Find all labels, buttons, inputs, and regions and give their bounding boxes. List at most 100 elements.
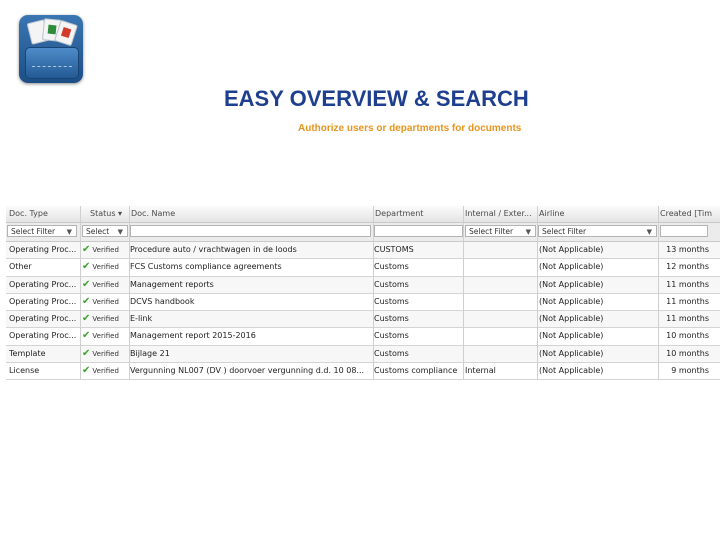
cell-doc-name[interactable]: FCS Customs compliance agreements [130,259,372,275]
column-divider [129,206,130,381]
cell-internal-external [465,259,536,275]
check-icon: ✔ [82,330,91,342]
cell-internal-external [465,294,536,310]
cell-doc-type: Template [9,348,46,358]
table-row[interactable]: Template ✔ Verified Bijlage 21 Customs (N… [6,345,720,364]
page-title: EASY OVERVIEW & SEARCH [224,86,529,111]
grid-body: Operating Proc... ✔ Verified Procedure au… [6,242,720,381]
created-filter-input[interactable] [660,225,708,237]
column-header-internal-external[interactable]: Internal / Exter... [465,209,537,218]
cell-department: Customs [374,348,409,358]
check-icon: ✔ [82,244,91,255]
cell-created: 9 months [671,366,709,376]
cell-doc-name[interactable]: Management reports [130,277,372,293]
table-row[interactable]: Operating Proc... ✔ Verified Management r… [6,276,720,294]
archive-tray-icon [25,47,79,79]
cell-status: ✔ Verified [82,347,119,359]
sort-down-icon: ▾ [118,209,123,218]
column-header-department[interactable]: Department [375,209,461,218]
check-icon: ✔ [82,365,91,377]
airline-filter[interactable]: Select Filter ▼ [538,225,657,237]
check-icon: ✔ [82,313,91,325]
cell-airline: (Not Applicable) [539,262,604,272]
page-subtitle: Authorize users or departments for docum… [298,123,522,134]
table-row[interactable]: License ✔ Verified Vergunning NL007 (DV )… [6,363,720,381]
column-divider [373,206,374,381]
cell-doc-type: Operating Proc... [9,279,77,289]
cell-airline: (Not Applicable) [539,245,604,254]
cell-doc-type: Operating Proc... [9,245,77,254]
cell-airline: (Not Applicable) [539,331,604,341]
cell-airline: (Not Applicable) [539,279,604,289]
cell-doc-name[interactable]: Vergunning NL007 (DV ) doorvoer vergunni… [130,363,372,379]
chevron-down-icon: ▼ [66,228,72,236]
grid-filter-row: Select Filter ▼ Select ▼ Select Filter ▼ Se… [6,223,720,242]
cell-department: Customs [374,296,409,306]
cell-created: 11 months [666,314,709,324]
cell-internal-external [465,328,536,344]
doc-type-filter[interactable]: Select Filter ▼ [7,225,77,237]
app-logo [19,15,83,83]
check-icon: ✔ [82,261,91,273]
cell-department: Customs compliance [374,366,458,376]
cell-department: Customs [374,331,409,341]
cell-doc-name[interactable]: DCVS handbook [130,294,372,310]
internal-external-filter[interactable]: Select Filter ▼ [465,225,536,237]
table-row[interactable]: Operating Proc... ✔ Verified DCVS handboo… [6,294,720,312]
cell-doc-name[interactable]: Procedure auto / vrachtwagen in de loods [130,242,372,258]
cell-doc-name[interactable]: E-link [130,311,372,327]
cell-status: ✔ Verified [82,365,119,377]
cell-internal-external [465,311,536,327]
doc-name-filter-input[interactable] [130,225,371,237]
check-icon: ✔ [82,347,91,359]
column-divider [463,206,464,381]
cell-status: ✔ Verified [82,244,119,255]
check-icon: ✔ [82,278,91,290]
cell-doc-name[interactable]: Management report 2015-2016 [130,328,372,344]
column-header-doc-name[interactable]: Doc. Name [131,209,367,218]
cell-created: 10 months [666,331,709,341]
chevron-down-icon: ▼ [117,228,123,236]
cell-department: Customs [374,279,409,289]
cell-doc-type: Operating Proc... [9,314,77,324]
cell-airline: (Not Applicable) [539,366,604,376]
cell-department: Customs [374,314,409,324]
cell-internal-external [465,346,536,362]
cell-doc-name[interactable]: Bijlage 21 [130,346,372,362]
table-row[interactable]: Operating Proc... ✔ Verified Management r… [6,328,720,346]
column-header-created[interactable]: Created [Tim [660,209,720,218]
documents-grid: Doc. Type Status ▾ Doc. Name Department … [6,206,720,381]
table-row[interactable]: Operating Proc... ✔ Verified Procedure au… [6,242,720,260]
cell-status: ✔ Verified [82,330,119,342]
column-divider [80,206,81,381]
cell-created: 12 months [666,262,709,272]
chevron-down-icon: ▼ [646,228,652,236]
table-row[interactable]: Operating Proc... ✔ Verified E-link Custo… [6,311,720,329]
cell-airline: (Not Applicable) [539,296,604,306]
department-filter-input[interactable] [374,225,463,237]
cell-doc-type: Operating Proc... [9,331,77,341]
cell-created: 10 months [666,348,709,358]
table-row[interactable]: Other ✔ Verified FCS Customs compliance a… [6,259,720,277]
cell-doc-type: License [9,366,40,376]
chevron-down-icon: ▼ [525,228,531,236]
grid-header: Doc. Type Status ▾ Doc. Name Department … [6,206,720,223]
cell-status: ✔ Verified [82,261,119,273]
cell-internal-external: Internal [465,366,496,376]
cell-department: Customs [374,262,409,272]
cell-airline: (Not Applicable) [539,314,604,324]
status-filter[interactable]: Select ▼ [82,225,128,237]
cell-internal-external [465,277,536,293]
cell-internal-external [465,242,536,258]
cell-created: 11 months [666,296,709,306]
column-header-status[interactable]: Status ▾ [90,209,130,218]
cell-doc-type: Operating Proc... [9,296,77,306]
cell-created: 11 months [666,279,709,289]
cell-airline: (Not Applicable) [539,348,604,358]
cell-created: 13 months [666,245,709,254]
column-header-doc-type[interactable]: Doc. Type [9,209,77,218]
column-header-airline[interactable]: Airline [539,209,657,218]
cell-doc-type: Other [9,262,32,272]
column-divider [537,206,538,381]
cell-department: CUSTOMS [374,245,414,254]
